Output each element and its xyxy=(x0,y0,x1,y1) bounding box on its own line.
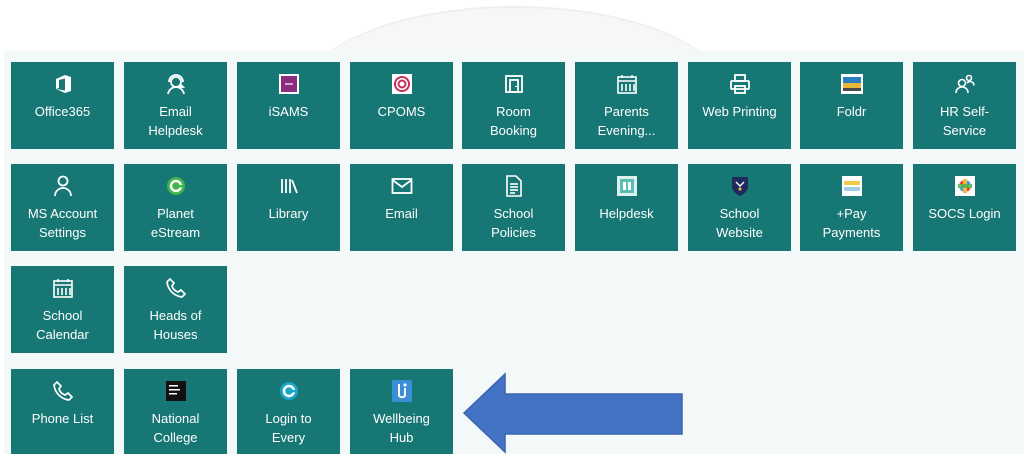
tile-label: Phone List xyxy=(31,411,94,426)
tile-label: Helpdesk xyxy=(599,206,654,221)
tile-email-helpdesk[interactable]: Email Helpdesk xyxy=(124,62,227,149)
tile-isams[interactable]: iSAMS xyxy=(237,62,340,149)
tile-label: Room Booking xyxy=(490,104,537,138)
tile-school-policies[interactable]: School Policies xyxy=(462,164,565,251)
tile-foldr[interactable]: Foldr xyxy=(800,62,903,149)
tile-label: Web Printing xyxy=(702,104,777,119)
tile-label: +Pay Payments xyxy=(822,206,881,240)
tile-email[interactable]: Email xyxy=(350,164,453,251)
national-college-logo-icon xyxy=(124,379,227,403)
library-books-icon xyxy=(237,174,340,198)
tile-planet-estream[interactable]: Planet eStream xyxy=(124,164,227,251)
tile-library[interactable]: Library xyxy=(237,164,340,251)
tile-web-printing[interactable]: Web Printing xyxy=(688,62,791,149)
every-logo-icon xyxy=(237,379,340,403)
tile-office365[interactable]: Office365 xyxy=(11,62,114,149)
tile-label: Email Helpdesk xyxy=(148,104,203,138)
office365-icon xyxy=(11,72,114,96)
tile-parents-evening[interactable]: Parents Evening... xyxy=(575,62,678,149)
tile-label: Foldr xyxy=(836,104,867,119)
tile-label: Wellbeing Hub xyxy=(373,411,430,445)
document-icon xyxy=(462,174,565,198)
phone-icon xyxy=(11,379,114,403)
tile-pay-payments[interactable]: +Pay Payments xyxy=(800,164,903,251)
printer-icon xyxy=(688,72,791,96)
isams-logo-icon xyxy=(237,72,340,96)
tile-label: SOCS Login xyxy=(928,206,1001,221)
room-booking-icon xyxy=(462,72,565,96)
launcher-page: Office365 Email Helpdesk iSAMS CPOMS Roo… xyxy=(0,0,1024,454)
phone-icon xyxy=(124,276,227,300)
tile-school-website[interactable]: School Website xyxy=(688,164,791,251)
tile-ms-account-settings[interactable]: MS Account Settings xyxy=(11,164,114,251)
tile-cpoms[interactable]: CPOMS xyxy=(350,62,453,149)
tile-national-college[interactable]: National College xyxy=(124,369,227,454)
tile-label: Office365 xyxy=(34,104,91,119)
tile-label: CPOMS xyxy=(377,104,426,119)
tile-wellbeing-hub[interactable]: Wellbeing Hub xyxy=(350,369,453,454)
tile-label: Library xyxy=(268,206,309,221)
school-crest-icon xyxy=(688,174,791,198)
wellbeing-hub-logo-icon xyxy=(350,379,453,403)
socs-logo-icon xyxy=(913,174,1016,198)
tile-socs-login[interactable]: SOCS Login xyxy=(913,164,1016,251)
pay-logo-icon xyxy=(800,174,903,198)
tile-label: School Policies xyxy=(491,206,536,240)
tile-hr-self-service[interactable]: HR Self- Service xyxy=(913,62,1016,149)
tile-login-to-every[interactable]: Login to Every xyxy=(237,369,340,454)
calendar-icon xyxy=(575,72,678,96)
cpoms-target-icon xyxy=(350,72,453,96)
planet-estream-icon xyxy=(124,174,227,198)
helpdesk-headset-icon xyxy=(124,72,227,96)
tile-label: Heads of Houses xyxy=(149,308,202,342)
tile-heads-of-houses[interactable]: Heads of Houses xyxy=(124,266,227,353)
tile-label: National College xyxy=(151,411,200,445)
tile-label: iSAMS xyxy=(268,104,309,119)
tile-school-calendar[interactable]: School Calendar xyxy=(11,266,114,353)
envelope-icon xyxy=(350,174,453,198)
tile-label: School Website xyxy=(716,206,763,240)
tile-label: Email xyxy=(385,206,418,221)
calendar-icon xyxy=(11,276,114,300)
tile-label: Login to Every xyxy=(265,411,312,445)
foldr-logo-icon xyxy=(800,72,903,96)
helpdesk-logo-icon xyxy=(575,174,678,198)
tile-label: MS Account Settings xyxy=(27,206,98,240)
tile-room-booking[interactable]: Room Booking xyxy=(462,62,565,149)
tile-helpdesk[interactable]: Helpdesk xyxy=(575,164,678,251)
tile-label: Planet eStream xyxy=(150,206,201,240)
tile-label: Parents Evening... xyxy=(597,104,656,138)
people-icon xyxy=(913,72,1016,96)
tile-phone-list[interactable]: Phone List xyxy=(11,369,114,454)
pointer-arrow-icon xyxy=(462,372,683,454)
tile-label: HR Self- Service xyxy=(939,104,990,138)
tile-label: School Calendar xyxy=(36,308,89,342)
person-icon xyxy=(11,174,114,198)
